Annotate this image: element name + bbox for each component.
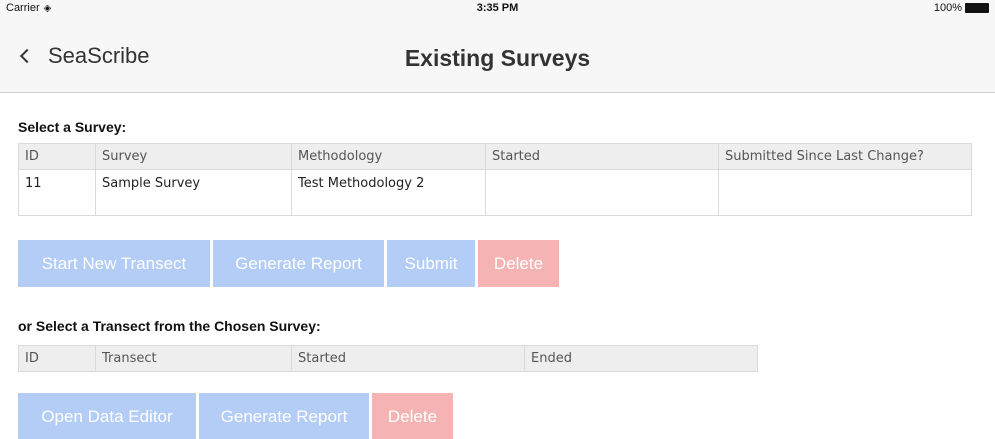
start-new-transect-button[interactable]: Start New Transect [18, 240, 210, 287]
column-header-transect: Transect [95, 345, 292, 372]
column-header-started: Started [485, 143, 719, 170]
column-header-id: ID [18, 345, 96, 372]
cell-submitted [718, 169, 972, 216]
transect-section-label: or Select a Transect from the Chosen Sur… [18, 318, 321, 334]
transect-table: ID Transect Started Ended [18, 345, 758, 372]
battery-percent: 100% [933, 2, 962, 14]
page-title: Existing Surveys [404, 45, 591, 71]
column-header-id: ID [18, 143, 96, 170]
status-bar: Carrier ◈ 3:35 PM 100% [0, 0, 995, 18]
battery-indicator: 100% [934, 2, 989, 14]
column-header-submitted: Submitted Since Last Change? [718, 143, 972, 170]
cell-survey: Sample Survey [95, 169, 292, 216]
column-header-methodology: Methodology [291, 143, 486, 170]
open-data-editor-button[interactable]: Open Data Editor [18, 393, 196, 439]
survey-table: ID Survey Methodology Started Submitted … [18, 143, 972, 216]
survey-section-label: Select a Survey: [18, 119, 127, 135]
delete-transect-button[interactable]: Delete [372, 393, 453, 439]
submit-button[interactable]: Submit [387, 240, 475, 287]
survey-table-header: ID Survey Methodology Started Submitted … [18, 143, 972, 170]
generate-report-button[interactable]: Generate Report [213, 240, 384, 287]
cell-id: 11 [18, 169, 96, 216]
cell-methodology: Test Methodology 2 [291, 169, 486, 216]
table-row[interactable]: 11 Sample Survey Test Methodology 2 [18, 169, 972, 216]
transect-table-header: ID Transect Started Ended [18, 345, 758, 372]
column-header-survey: Survey [95, 143, 292, 170]
navigation-bar: SeaScribe Existing Surveys [0, 18, 995, 93]
column-header-started: Started [291, 345, 525, 372]
generate-transect-report-button[interactable]: Generate Report [199, 393, 369, 439]
cell-started [485, 169, 719, 216]
battery-icon [965, 3, 989, 13]
status-time: 3:35 PM [476, 2, 519, 14]
delete-survey-button[interactable]: Delete [478, 240, 559, 287]
column-header-ended: Ended [524, 345, 758, 372]
